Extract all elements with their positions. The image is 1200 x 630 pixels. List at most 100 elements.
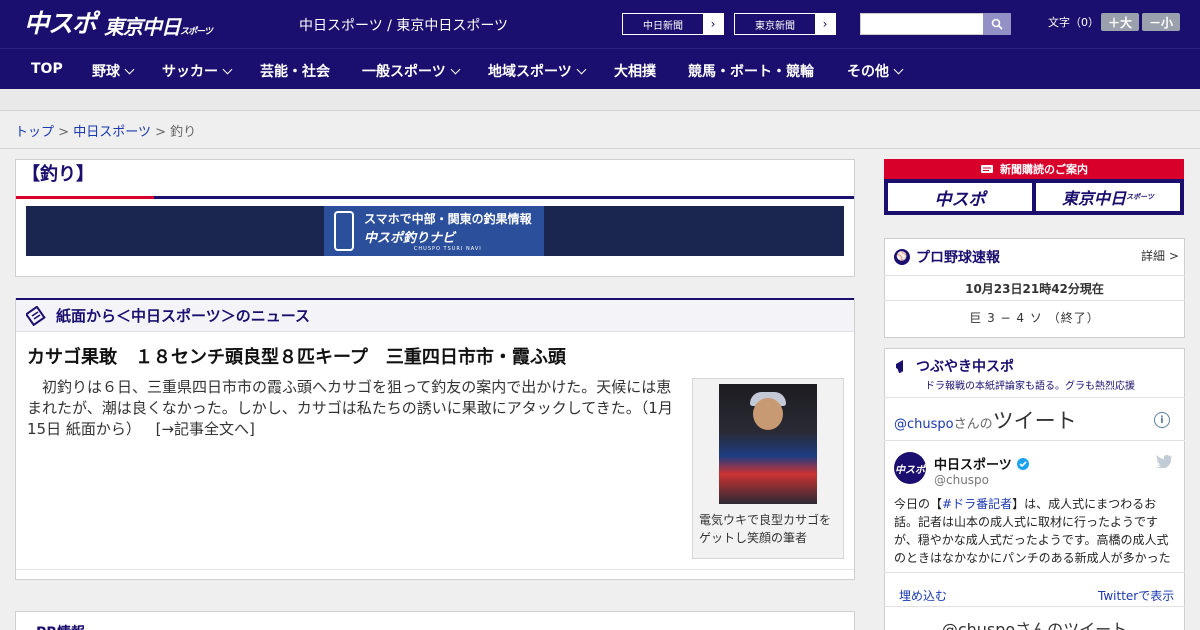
breadcrumb-current: 釣り: [170, 125, 197, 140]
tweet-text: 今日の【#ドラ番記者】は、成人式にまつわるお話。記者は山本の成人式に取材に行った…: [894, 497, 1171, 565]
search-input[interactable]: [860, 13, 984, 35]
baseball-icon: ⚾: [894, 249, 910, 265]
font-smaller-button[interactable]: －小: [1142, 13, 1180, 31]
search-button[interactable]: [983, 13, 1011, 35]
banner-text: スマホで中部・関東の釣果情報 中スポ釣りナビ CHUSPO TSURI NAVI: [364, 210, 532, 252]
breadcrumb-chunichi-sports[interactable]: 中日スポーツ: [73, 125, 151, 140]
tweet-author[interactable]: 中日スポーツ: [934, 454, 1030, 473]
baseball-score[interactable]: 巨 3 − 4 ソ （終了）: [884, 309, 1185, 326]
banner-line3: CHUSPO TSURI NAVI: [413, 246, 482, 252]
logo-chuspo: 中スポ: [24, 9, 97, 38]
nav-item-sumo[interactable]: 大相撲: [614, 61, 656, 81]
chevron-right-icon: ›: [822, 17, 828, 31]
chevron-down-icon: [893, 64, 904, 74]
read-more-link[interactable]: [→記事全文へ]: [156, 420, 255, 438]
breadcrumb-separator: >: [58, 125, 70, 140]
tweet-hashtag-link[interactable]: #ドラ番記者: [942, 497, 1012, 511]
smartphone-icon: [334, 211, 354, 251]
photo-face: [753, 398, 783, 430]
search-icon: [991, 18, 1003, 30]
breadcrumb-separator: >: [155, 125, 166, 140]
tweets-header-handle[interactable]: @chuspo: [894, 417, 954, 432]
sub-bar: [0, 89, 1200, 111]
pr-heading: PR情報: [36, 622, 85, 630]
nav-item-racing[interactable]: 競馬・ボート・競輪: [688, 61, 814, 81]
embed-link[interactable]: 埋め込む: [899, 587, 947, 604]
divider: [16, 569, 854, 570]
baseball-detail-link[interactable]: 詳細 >: [1141, 247, 1179, 264]
chevron-down-icon: [450, 64, 461, 74]
subscribe-chuspo[interactable]: 中スポ: [888, 183, 1032, 211]
subscription-banner[interactable]: 新聞購読のご案内 中スポ 東京中日 スポーツ: [884, 159, 1184, 215]
tokyo-shimbun-link[interactable]: 東京新聞 ›: [734, 13, 836, 35]
tweets-footer-link[interactable]: @chuspoさんのツイート: [884, 616, 1185, 630]
article-headline[interactable]: カサゴ果敢 １８センチ頭良型８匹キープ 三重四日市市・霞ふ頭: [27, 343, 566, 369]
nav-item-other[interactable]: その他: [847, 61, 904, 81]
article-photo[interactable]: [719, 384, 817, 504]
divider: [884, 572, 1185, 573]
ext-link-label: 中日新聞: [623, 14, 703, 34]
top-header: 中スポ 東京中日スポーツ 中日スポーツ / 東京中日スポーツ 中日新聞 › 東京…: [0, 0, 1200, 48]
logo-tokyo-chunichi: 東京中日スポーツ: [104, 15, 213, 39]
megaphone-icon: [896, 360, 903, 374]
article-body-text: 初釣りは６日、三重県四日市市の霞ふ頭へカサゴを狙って釣友の案内で出かけた。天候に…: [27, 378, 673, 438]
divider: [884, 606, 1185, 607]
info-icon[interactable]: i: [1154, 412, 1170, 428]
nav-item-regional-sports[interactable]: 地域スポーツ: [488, 61, 587, 81]
nav-item-general-sports[interactable]: 一般スポーツ: [362, 61, 461, 81]
font-size-label: 文字（0）: [1048, 16, 1099, 29]
site-name: 中日スポーツ / 東京中日スポーツ: [299, 18, 509, 34]
subscribe-tokyo-chunichi[interactable]: 東京中日 スポーツ: [1036, 183, 1180, 211]
pr-panel: [15, 611, 855, 630]
tweet-author-name: 中日スポーツ: [934, 458, 1012, 473]
title-underline: [16, 196, 854, 199]
article-photo-box: 電気ウキで良型カサゴをゲットし笑顔の筆者: [692, 378, 844, 559]
chunichi-shimbun-link[interactable]: 中日新聞 ›: [622, 13, 724, 35]
view-on-twitter-link[interactable]: Twitterで表示: [1098, 587, 1174, 604]
tweet-author-handle[interactable]: @chuspo: [934, 473, 989, 487]
baseball-widget-title: プロ野球速報: [916, 250, 1000, 266]
newspaper-icon: [981, 165, 993, 173]
tweets-header-suffix: さんの: [953, 417, 993, 432]
divider: [884, 397, 1185, 398]
chevron-down-icon: [222, 64, 233, 74]
twitter-widget-subtitle: ドラ報戦の本紙評論家も語る。グラも熱烈応援: [925, 381, 1135, 392]
divider: [884, 275, 1185, 276]
baseball-widget-header: ⚾ プロ野球速報: [894, 247, 1000, 267]
avatar[interactable]: 中スポ: [894, 452, 926, 484]
news-section-header: 紙面から＜中日スポーツ＞のニュース: [16, 298, 854, 332]
site-logo[interactable]: 中スポ 東京中日スポーツ: [24, 8, 213, 40]
chevron-down-icon: [576, 64, 587, 74]
ext-link-label: 東京新聞: [735, 14, 815, 34]
divider: [884, 300, 1185, 301]
nav-item-soccer[interactable]: サッカー: [162, 61, 233, 81]
article-summary: 初釣りは６日、三重県四日市市の霞ふ頭へカサゴを狙って釣友の案内で出かけた。天候に…: [27, 377, 683, 440]
verified-badge-icon: [1016, 457, 1029, 470]
news-section-title: 紙面から＜中日スポーツ＞のニュース: [56, 307, 310, 325]
tweets-header-title: ツイート: [992, 409, 1077, 433]
divider: [884, 440, 1185, 441]
nav-item-top[interactable]: TOP: [31, 61, 63, 77]
photo-caption: 電気ウキで良型カサゴをゲットし笑顔の筆者: [699, 513, 832, 545]
title-underline-accent: [16, 196, 154, 199]
page-title: 【釣り】: [22, 164, 94, 185]
banner-line2: 中スポ釣りナビ: [364, 231, 456, 246]
newspaper-icon: [26, 305, 46, 326]
subscription-header: 新聞購読のご案内: [884, 159, 1184, 179]
nav-item-entertainment[interactable]: 芸能・社会: [260, 61, 330, 81]
font-larger-button[interactable]: ＋大: [1101, 13, 1139, 31]
chevron-right-icon: ›: [710, 17, 716, 31]
chevron-down-icon: [124, 64, 135, 74]
twitter-widget-title: つぶやき中スポ: [916, 359, 1014, 375]
breadcrumb-top[interactable]: トップ: [15, 125, 54, 140]
twitter-widget-header: つぶやき中スポ: [894, 356, 1014, 376]
twitter-bird-icon[interactable]: [1156, 454, 1173, 468]
banner-content: スマホで中部・関東の釣果情報 中スポ釣りナビ CHUSPO TSURI NAVI: [324, 206, 544, 256]
tsuri-navi-banner[interactable]: スマホで中部・関東の釣果情報 中スポ釣りナビ CHUSPO TSURI NAVI: [26, 206, 844, 256]
baseball-updated-time: 10月23日21時42分現在: [965, 282, 1104, 296]
main-nav: TOP 野球 サッカー 芸能・社会 一般スポーツ 地域スポーツ 大相撲 競馬・ボ…: [0, 48, 1200, 89]
breadcrumb: トップ > 中日スポーツ > 釣り: [0, 111, 1200, 149]
nav-item-baseball[interactable]: 野球: [92, 61, 135, 81]
banner-line1: スマホで中部・関東の釣果情報: [364, 212, 532, 226]
tweets-header: @chuspo さんの ツイート: [894, 405, 1077, 435]
